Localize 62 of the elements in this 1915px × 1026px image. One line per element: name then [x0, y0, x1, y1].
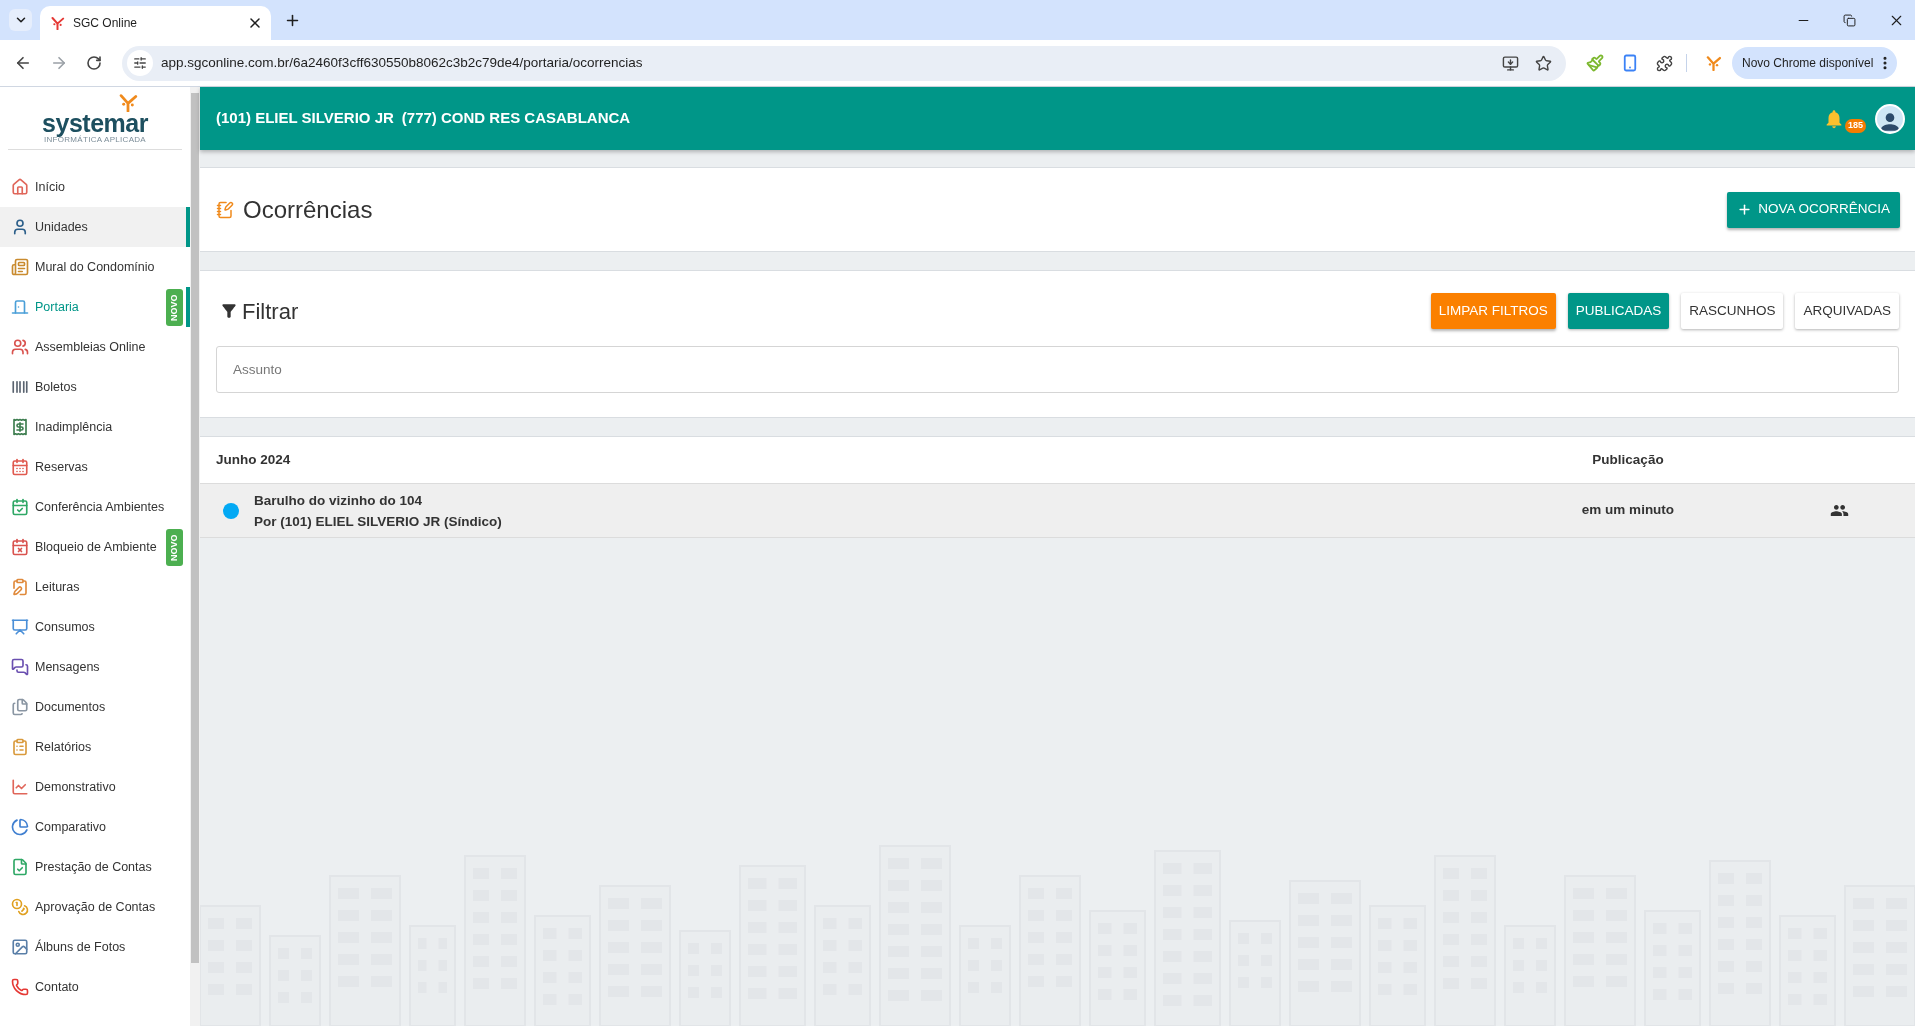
logo-tagline: INFORMÁTICA APLICADA: [44, 134, 146, 144]
avatar-icon[interactable]: [1875, 103, 1905, 134]
new-occurrence-button[interactable]: NOVA OCORRÊNCIA: [1727, 191, 1900, 228]
receipt-icon: [11, 418, 29, 436]
reload-icon[interactable]: [86, 55, 102, 71]
plus-icon: [1737, 202, 1753, 217]
unit-name: (101) ELIEL SILVERIO JR: [216, 108, 394, 129]
tab-list-button[interactable]: [9, 9, 32, 31]
presentation-icon: [11, 618, 29, 636]
coins-icon: [11, 898, 29, 916]
chat-bubbles-icon: [11, 658, 29, 676]
documents-icon: [11, 698, 29, 716]
forward-icon[interactable]: [50, 54, 68, 72]
people-icon: [11, 338, 29, 356]
calendar-icon: [11, 458, 29, 476]
site-settings-icon[interactable]: [127, 50, 153, 76]
line-chart-icon: [11, 778, 29, 796]
column-header: Publicação: [1591, 450, 1665, 469]
phone-icon: [11, 978, 29, 996]
close-tab-icon[interactable]: [247, 15, 263, 31]
occurrence-author: Por (101) ELIEL SILVERIO JR (Síndico): [254, 512, 502, 530]
browser-tab[interactable]: SGC Online: [40, 6, 271, 40]
clipboard-list-icon: [11, 738, 29, 756]
note-icon: [216, 200, 234, 219]
pie-chart-icon: [11, 818, 29, 836]
condominium-name: (777) COND RES CASABLANCA: [401, 108, 631, 129]
extension-logo-icon: [1705, 55, 1722, 71]
favicon-icon: [50, 16, 65, 30]
calendar-x-icon: [11, 538, 29, 556]
page-title: Ocorrências: [243, 194, 373, 225]
house-icon: [11, 178, 29, 196]
install-icon[interactable]: [1502, 54, 1519, 72]
sidebar-item[interactable]: Unidades: [0, 207, 190, 247]
occurrence-title: Barulho do vizinho do 104: [254, 491, 422, 509]
url-text: app.sgconline.com.br/6a2460f3cff630550b8062c3b2c79de4/portaria/ocorrencias: [161, 53, 644, 72]
publication-time: em um minuto: [1580, 501, 1676, 520]
month-heading: Junho 2024: [215, 450, 292, 469]
bookmark-star-icon[interactable]: [1535, 54, 1552, 72]
calendar-check-icon: [11, 498, 29, 516]
notification-count: 185: [1845, 118, 1867, 133]
new-badge: NOVO: [166, 528, 183, 566]
restore-icon[interactable]: [1843, 13, 1856, 27]
user-icon: [11, 218, 29, 236]
image-icon: [11, 938, 29, 956]
occurrence-row[interactable]: Barulho do vizinho do 104 Por (101) ELIEL SILVERIO JR (Síndico) em um minuto: [200, 483, 1915, 538]
door-icon: [11, 298, 29, 316]
newspaper-icon: [11, 258, 29, 276]
status-filter-tab[interactable]: PUBLICADAS: [1567, 293, 1670, 329]
tablet-icon[interactable]: [1621, 54, 1639, 72]
status-filter-tab[interactable]: RASCUNHOS: [1681, 293, 1784, 329]
back-icon[interactable]: [14, 54, 32, 72]
scrollbar-thumb[interactable]: [191, 93, 199, 963]
filter-title: Filtrar: [242, 297, 299, 326]
document-check-icon: [11, 858, 29, 876]
address-bar[interactable]: app.sgconline.com.br/6a2460f3cff630550b8062c3b2c79de4/portaria/ocorrencias: [122, 45, 1566, 81]
new-badge: NOVO: [166, 288, 183, 326]
extensions-icon[interactable]: [1656, 54, 1673, 72]
subject-search-field[interactable]: Assunto: [216, 346, 1899, 393]
update-chrome-button[interactable]: Novo Chrome disponível: [1732, 47, 1898, 79]
status-filter-tab[interactable]: ARQUIVADAS: [1795, 293, 1899, 329]
clipboard-icon: [11, 578, 29, 596]
barcode-icon: [11, 378, 29, 396]
